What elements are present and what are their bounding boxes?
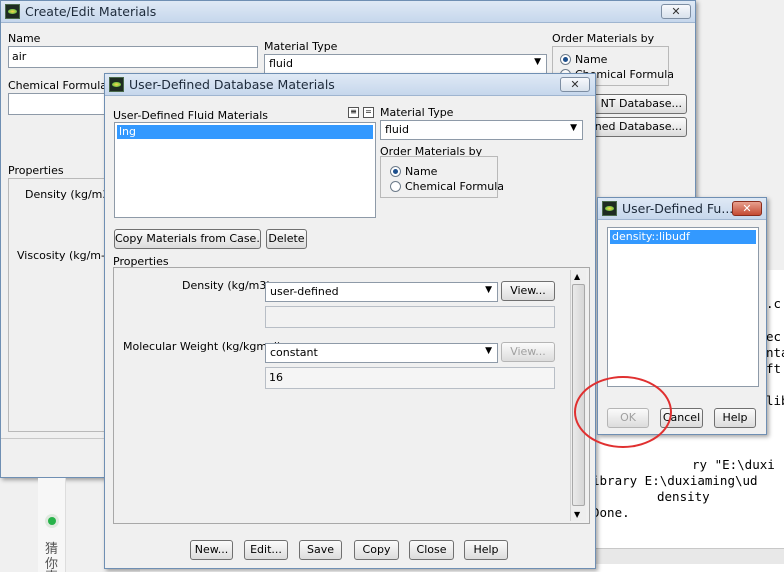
console-line-9: Done. [592,505,630,520]
mw-method-select[interactable]: constant ▼ [265,343,498,363]
order-by-label: Order Materials by [552,32,655,45]
properties-group [8,178,106,432]
fluent-app-icon [109,77,124,92]
order-name-radio[interactable] [560,54,571,65]
console-line-4: ft [766,361,782,376]
udf-list[interactable]: density::libudf [607,227,759,387]
delete-button[interactable]: Delete [266,229,307,249]
chemical-formula-label: Chemical Formula [8,79,108,92]
close-icon[interactable]: ✕ [560,77,590,92]
close-icon[interactable]: ✕ [661,4,691,19]
bottom-divider [1,438,105,439]
udf-title: User-Defined Fu... [622,201,734,216]
create-edit-titlebar: Create/Edit Materials ✕ [1,1,695,23]
copy-from-case-button[interactable]: Copy Materials from Case... [114,229,261,249]
console-line-7: ibrary E:\duxiaming\ud [592,473,758,488]
udm-order-name-label: Name [405,165,438,178]
udm-order-name-radio[interactable] [390,166,401,177]
console-line-6: ry "E:\duxi [692,457,775,472]
scroll-up-icon[interactable]: ▲ [574,272,580,281]
chevron-down-icon: ▼ [534,57,541,67]
udf-titlebar: User-Defined Fu... ✕ [598,198,766,220]
fluent-app-icon [5,4,20,19]
density-method-value: user-defined [270,285,339,298]
udm-titlebar: User-Defined Database Materials ✕ [105,74,595,96]
highlight-circle [574,376,672,448]
udm-material-type-label: Material Type [380,106,454,119]
viscosity-label: Viscosity (kg/m-s) [17,249,116,262]
console-line-3: nta [766,345,784,360]
chemical-formula-input[interactable] [8,93,108,115]
select-all-icon[interactable]: ≡ [348,107,359,118]
close-icon[interactable]: ✕ [732,201,762,216]
new-button[interactable]: New... [190,540,233,560]
order-name-label: Name [575,53,608,66]
udm-window: User-Defined Database Materials ✕ User-D… [104,73,596,569]
edit-button[interactable]: Edit... [244,540,288,560]
material-type-value: fluid [269,57,293,70]
list-item[interactable]: lng [117,125,373,139]
udm-fluid-list[interactable]: lng [114,122,376,218]
udm-material-type-select[interactable]: fluid ▼ [380,120,583,140]
console-line-8: density [657,489,710,504]
name-input[interactable]: air [8,46,258,68]
console-line-2: ec [766,329,782,344]
density-value-field [265,306,555,328]
console-line-5: lib [766,393,784,408]
chevron-down-icon: ▼ [485,285,492,295]
material-type-label: Material Type [264,40,338,53]
status-dot-inner [48,517,56,525]
density-method-select[interactable]: user-defined ▼ [265,282,498,302]
density-view-button[interactable]: View... [501,281,555,301]
material-type-select[interactable]: fluid ▼ [264,54,547,74]
chevron-down-icon: ▼ [570,123,577,133]
udm-properties-panel: Density (kg/m3) user-defined ▼ View... M… [113,267,590,524]
side-char-3: 喜 [45,566,58,572]
density-label: Density (kg/m3) [25,188,114,201]
save-button[interactable]: Save [299,540,342,560]
mw-value-field[interactable]: 16 [265,367,555,389]
udm-title: User-Defined Database Materials [129,77,335,92]
udm-material-type-value: fluid [385,123,409,136]
close-button[interactable]: Close [409,540,454,560]
help-button[interactable]: Help [464,540,508,560]
deselect-all-icon[interactable]: = [363,107,374,118]
properties-label: Properties [8,164,64,177]
udf-help-button[interactable]: Help [714,408,756,428]
create-edit-title: Create/Edit Materials [25,4,157,19]
mw-label: Molecular Weight (kg/kgmol) [123,340,282,353]
name-label: Name [8,32,41,45]
mw-view-button: View... [501,342,555,362]
udm-density-label: Density (kg/m3) [182,279,271,292]
console-scrollbar[interactable] [596,548,784,564]
udm-order-by-group: Name Chemical Formula [380,156,504,198]
chevron-down-icon: ▼ [485,346,492,356]
list-item[interactable]: density::libudf [610,230,756,244]
udm-list-label: User-Defined Fluid Materials [113,109,269,122]
fluent-app-icon [602,201,617,216]
mw-method-value: constant [270,346,318,359]
udm-order-chem-label: Chemical Formula [405,180,505,193]
console-line-1: .c [766,296,782,311]
copy-button[interactable]: Copy [354,540,399,560]
scroll-down-icon[interactable]: ▼ [574,510,580,519]
udm-order-chem-radio[interactable] [390,181,401,192]
